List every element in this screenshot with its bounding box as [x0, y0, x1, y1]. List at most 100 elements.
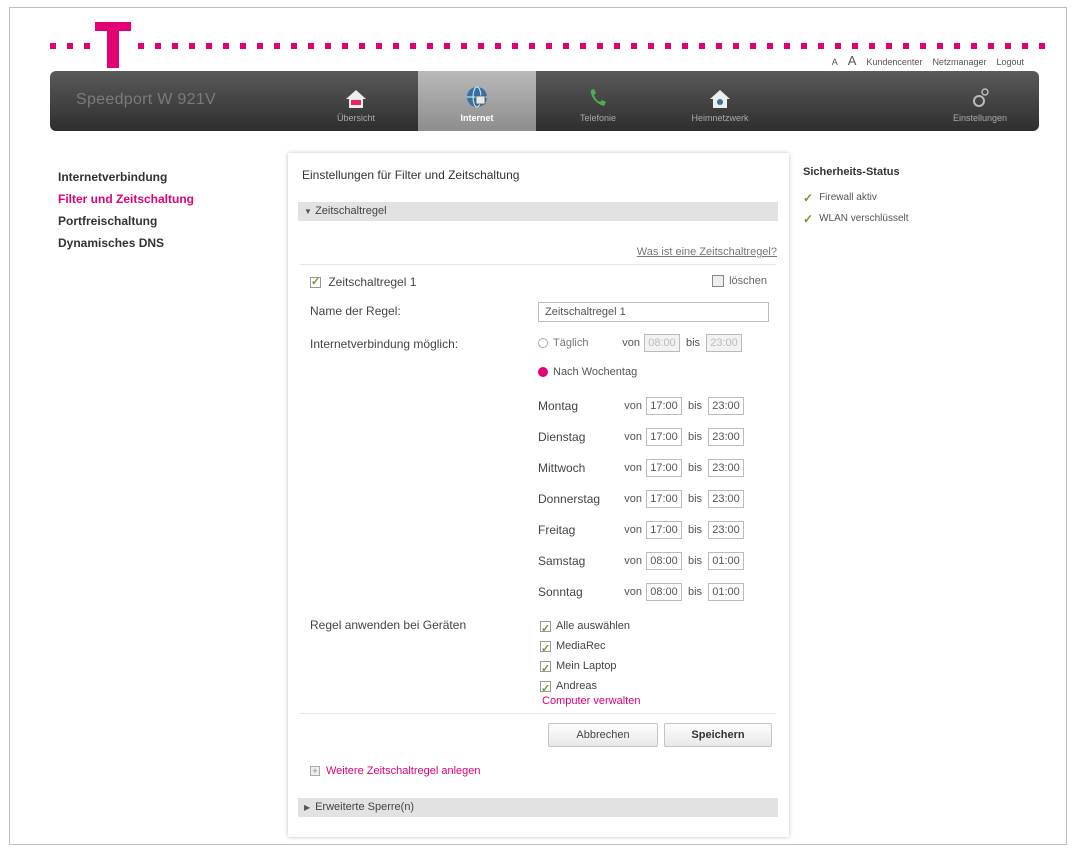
tab-label: Internet	[460, 113, 494, 123]
time-to-input[interactable]: 01:00	[708, 552, 744, 570]
save-button[interactable]: Speichern	[664, 723, 772, 747]
device-item[interactable]: Alle auswählen	[540, 616, 630, 639]
device-checkbox[interactable]	[540, 639, 551, 659]
daily-to-input[interactable]: 23:00	[706, 334, 742, 352]
status-item: ✓ Firewall aktiv	[803, 187, 909, 208]
sidebar-item-filter[interactable]: Filter und Zeitschaltung	[58, 188, 194, 210]
von-label: von	[624, 493, 642, 505]
section-erweiterte-sperren[interactable]: ▶ Erweiterte Sperre(n)	[298, 798, 778, 817]
time-to-input[interactable]: 23:00	[708, 397, 744, 415]
bis-label: bis	[687, 400, 703, 412]
time-from-input[interactable]: 08:00	[646, 552, 682, 570]
link-netzmanager[interactable]: Netzmanager	[932, 57, 986, 67]
cancel-button[interactable]: Abbrechen	[548, 723, 658, 747]
time-from-input[interactable]: 17:00	[646, 428, 682, 446]
plus-icon: +	[310, 766, 320, 776]
device-label: MediaRec	[556, 640, 606, 652]
time-to-input[interactable]: 23:00	[708, 521, 744, 539]
tab-uebersicht[interactable]: Übersicht	[296, 71, 416, 131]
sidebar-item-internetverbindung[interactable]: Internetverbindung	[58, 166, 194, 188]
time-from-input[interactable]: 17:00	[646, 397, 682, 415]
tab-telefonie[interactable]: Telefonie	[538, 71, 658, 131]
expand-arrow-icon: ▶	[304, 803, 311, 812]
day-label: Donnerstag	[538, 492, 601, 506]
name-label: Name der Regel:	[310, 304, 401, 318]
section-zeitschaltregel[interactable]: ▼ Zeitschaltregel	[298, 202, 778, 221]
time-from-input[interactable]: 17:00	[646, 521, 682, 539]
rule-enabled-checkbox[interactable]	[310, 275, 321, 289]
sidebar-item-portfreischaltung[interactable]: Portfreischaltung	[58, 210, 194, 232]
day-row: Mittwoch von 17:00 bis 23:00	[538, 459, 744, 477]
time-to-input[interactable]: 23:00	[708, 490, 744, 508]
brand-dots	[50, 43, 1056, 49]
device-list: Alle auswählen MediaRec Mein Laptop Andr…	[540, 616, 630, 699]
connection-label: Internetverbindung möglich:	[310, 337, 459, 351]
device-label: Alle auswählen	[556, 620, 630, 632]
bis-label: bis	[685, 337, 701, 349]
status-label: WLAN verschlüsselt	[819, 213, 909, 224]
divider	[300, 713, 776, 714]
day-row: Samstag von 08:00 bis 01:00	[538, 552, 744, 570]
sidebar-item-dyndns[interactable]: Dynamisches DNS	[58, 232, 194, 254]
telekom-logo-icon[interactable]	[95, 22, 131, 68]
link-kundencenter[interactable]: Kundencenter	[866, 57, 922, 67]
device-item[interactable]: MediaRec	[540, 636, 630, 659]
help-link[interactable]: Was ist eine Zeitschaltregel?	[637, 246, 777, 258]
device-checkbox[interactable]	[540, 619, 551, 639]
rule-header: Zeitschaltregel 1	[310, 275, 416, 289]
bis-label: bis	[687, 431, 703, 443]
status-item: ✓ WLAN verschlüsselt	[803, 208, 909, 229]
font-large-button[interactable]: A	[848, 53, 857, 68]
tab-heimnetzwerk[interactable]: Heimnetzwerk	[660, 71, 780, 131]
time-to-input[interactable]: 23:00	[708, 428, 744, 446]
von-label: von	[624, 431, 642, 443]
status-title: Sicherheits-Status	[803, 166, 900, 178]
time-from-input[interactable]: 17:00	[646, 459, 682, 477]
add-rule-link[interactable]: + Weitere Zeitschaltregel anlegen	[310, 765, 481, 777]
device-item[interactable]: Andreas	[540, 676, 630, 699]
weekday-label: Nach Wochentag	[553, 366, 638, 378]
manage-computers-link[interactable]: Computer verwalten	[542, 695, 640, 707]
daily-from-input[interactable]: 08:00	[644, 334, 680, 352]
tab-label: Heimnetzwerk	[691, 113, 749, 123]
delete-button[interactable]: löschen	[712, 275, 767, 287]
link-logout[interactable]: Logout	[996, 57, 1024, 67]
rule-name-input[interactable]: Zeitschaltregel 1	[538, 302, 769, 322]
device-checkbox[interactable]	[540, 679, 551, 699]
tab-label: Einstellungen	[952, 113, 1008, 123]
globe-icon	[467, 86, 487, 108]
device-checkbox[interactable]	[540, 659, 551, 679]
bis-label: bis	[687, 524, 703, 536]
time-from-input[interactable]: 08:00	[646, 583, 682, 601]
status-label: Firewall aktiv	[819, 192, 877, 203]
day-label: Mittwoch	[538, 461, 586, 475]
time-to-input[interactable]: 23:00	[708, 459, 744, 477]
time-from-input[interactable]: 17:00	[646, 490, 682, 508]
section-label: Erweiterte Sperre(n)	[315, 801, 415, 813]
von-label: von	[624, 524, 642, 536]
weekday-radio[interactable]	[538, 367, 548, 377]
day-row: Donnerstag von 17:00 bis 23:00	[538, 490, 744, 508]
day-row: Dienstag von 17:00 bis 23:00	[538, 428, 744, 446]
bis-label: bis	[687, 555, 703, 567]
daily-radio[interactable]	[538, 338, 548, 348]
von-label: von	[624, 555, 642, 567]
check-icon: ✓	[803, 211, 814, 226]
sidebar: Internetverbindung Filter und Zeitschalt…	[58, 166, 194, 254]
check-icon: ✓	[803, 190, 814, 205]
security-status: Sicherheits-Status ✓ Firewall aktiv ✓ WL…	[803, 166, 909, 229]
weekday-row: Nach Wochentag	[538, 366, 637, 378]
tab-internet[interactable]: Internet	[418, 71, 536, 131]
von-label: von	[624, 462, 642, 474]
delete-label: löschen	[729, 275, 767, 287]
devices-label: Regel anwenden bei Geräten	[310, 618, 467, 632]
daily-label: Täglich	[553, 337, 589, 349]
settings-icon	[973, 88, 989, 107]
font-small-button[interactable]: A	[832, 57, 838, 67]
tab-einstellungen[interactable]: Einstellungen	[930, 71, 1030, 131]
device-item[interactable]: Mein Laptop	[540, 656, 630, 679]
tab-label: Übersicht	[336, 113, 375, 123]
trash-icon	[712, 275, 725, 287]
day-label: Samstag	[538, 554, 586, 568]
time-to-input[interactable]: 01:00	[708, 583, 744, 601]
